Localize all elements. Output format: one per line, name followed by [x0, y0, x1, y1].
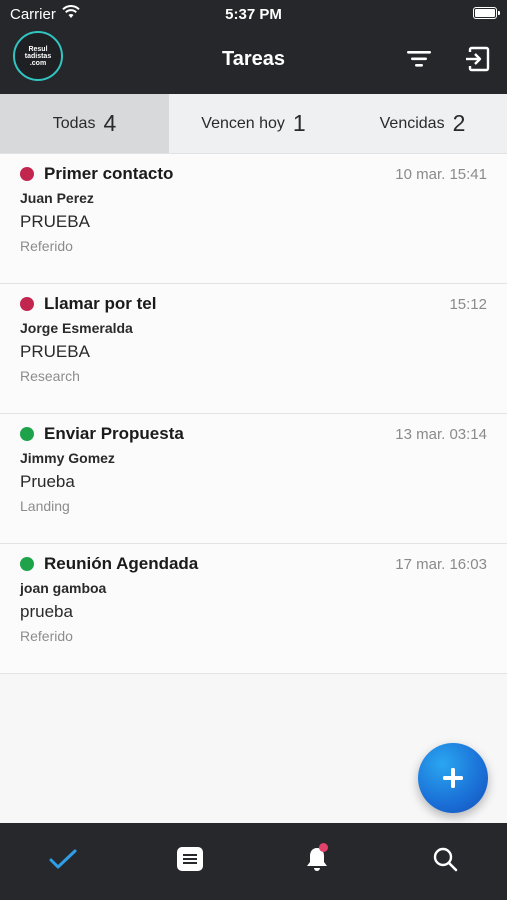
task-list: Primer contacto 10 mar. 15:41 Juan Perez…: [0, 154, 507, 674]
nav-search[interactable]: [427, 841, 463, 877]
task-contact: joan gamboa: [20, 580, 107, 596]
task-date: 17 mar. 16:03: [395, 556, 487, 573]
add-task-button[interactable]: [418, 743, 488, 813]
task-description: PRUEBA: [20, 212, 90, 231]
task-contact: Juan Perez: [20, 190, 94, 206]
nav-tasks[interactable]: [45, 841, 81, 877]
battery-icon: [473, 7, 500, 19]
task-contact: Jimmy Gomez: [20, 450, 115, 466]
task-date: 13 mar. 03:14: [395, 426, 487, 443]
tab-count: 1: [292, 110, 306, 136]
task-source: Referido: [20, 628, 73, 644]
nav-notifications[interactable]: [299, 841, 335, 877]
task-title: Enviar Propuesta: [44, 424, 184, 443]
task-description: prueba: [20, 602, 73, 621]
task-filter-tabs: Todas 4 Vencen hoy 1 Vencidas 2: [0, 94, 507, 154]
task-source: Referido: [20, 238, 73, 254]
task-date: 15:12: [449, 296, 487, 313]
task-item[interactable]: Llamar por tel 15:12 Jorge Esmeralda PRU…: [0, 284, 507, 414]
tab-label: Vencidas: [379, 114, 445, 132]
check-icon: [49, 849, 77, 869]
tab-vencen-hoy[interactable]: Vencen hoy 1: [169, 94, 338, 153]
task-title: Reunión Agendada: [44, 554, 199, 573]
tab-todas[interactable]: Todas 4: [0, 94, 169, 153]
task-title: Primer contacto: [44, 164, 174, 183]
tab-label: Vencen hoy: [201, 114, 285, 132]
app-header: Carrier 5:37 PM Resul tadistas .com Tare…: [0, 0, 507, 94]
task-date: 10 mar. 15:41: [395, 166, 487, 183]
nav-notes[interactable]: [172, 841, 208, 877]
task-item[interactable]: Reunión Agendada 17 mar. 16:03 joan gamb…: [0, 544, 507, 674]
status-dot: [20, 297, 34, 311]
tab-count: 2: [452, 110, 466, 136]
plus-icon: [443, 768, 463, 788]
logout-icon[interactable]: [462, 44, 492, 74]
task-item[interactable]: Primer contacto 10 mar. 15:41 Juan Perez…: [0, 154, 507, 284]
task-description: PRUEBA: [20, 342, 90, 361]
status-bar: Carrier 5:37 PM: [0, 0, 507, 28]
notes-icon: [177, 847, 203, 871]
notification-badge: [319, 843, 328, 852]
task-description: Prueba: [20, 472, 75, 491]
task-source: Research: [20, 368, 80, 384]
bottom-navigation: [0, 823, 507, 900]
tab-count: 4: [103, 110, 117, 136]
filter-icon[interactable]: [404, 46, 434, 72]
search-icon: [433, 847, 458, 872]
tab-vencidas[interactable]: Vencidas 2: [338, 94, 507, 153]
task-title: Llamar por tel: [44, 294, 157, 313]
task-source: Landing: [20, 498, 70, 514]
task-item[interactable]: Enviar Propuesta 13 mar. 03:14 Jimmy Gom…: [0, 414, 507, 544]
status-dot: [20, 427, 34, 441]
status-time: 5:37 PM: [225, 6, 282, 23]
tab-label: Todas: [52, 114, 96, 132]
task-contact: Jorge Esmeralda: [20, 320, 133, 336]
status-dot: [20, 557, 34, 571]
status-dot: [20, 167, 34, 181]
